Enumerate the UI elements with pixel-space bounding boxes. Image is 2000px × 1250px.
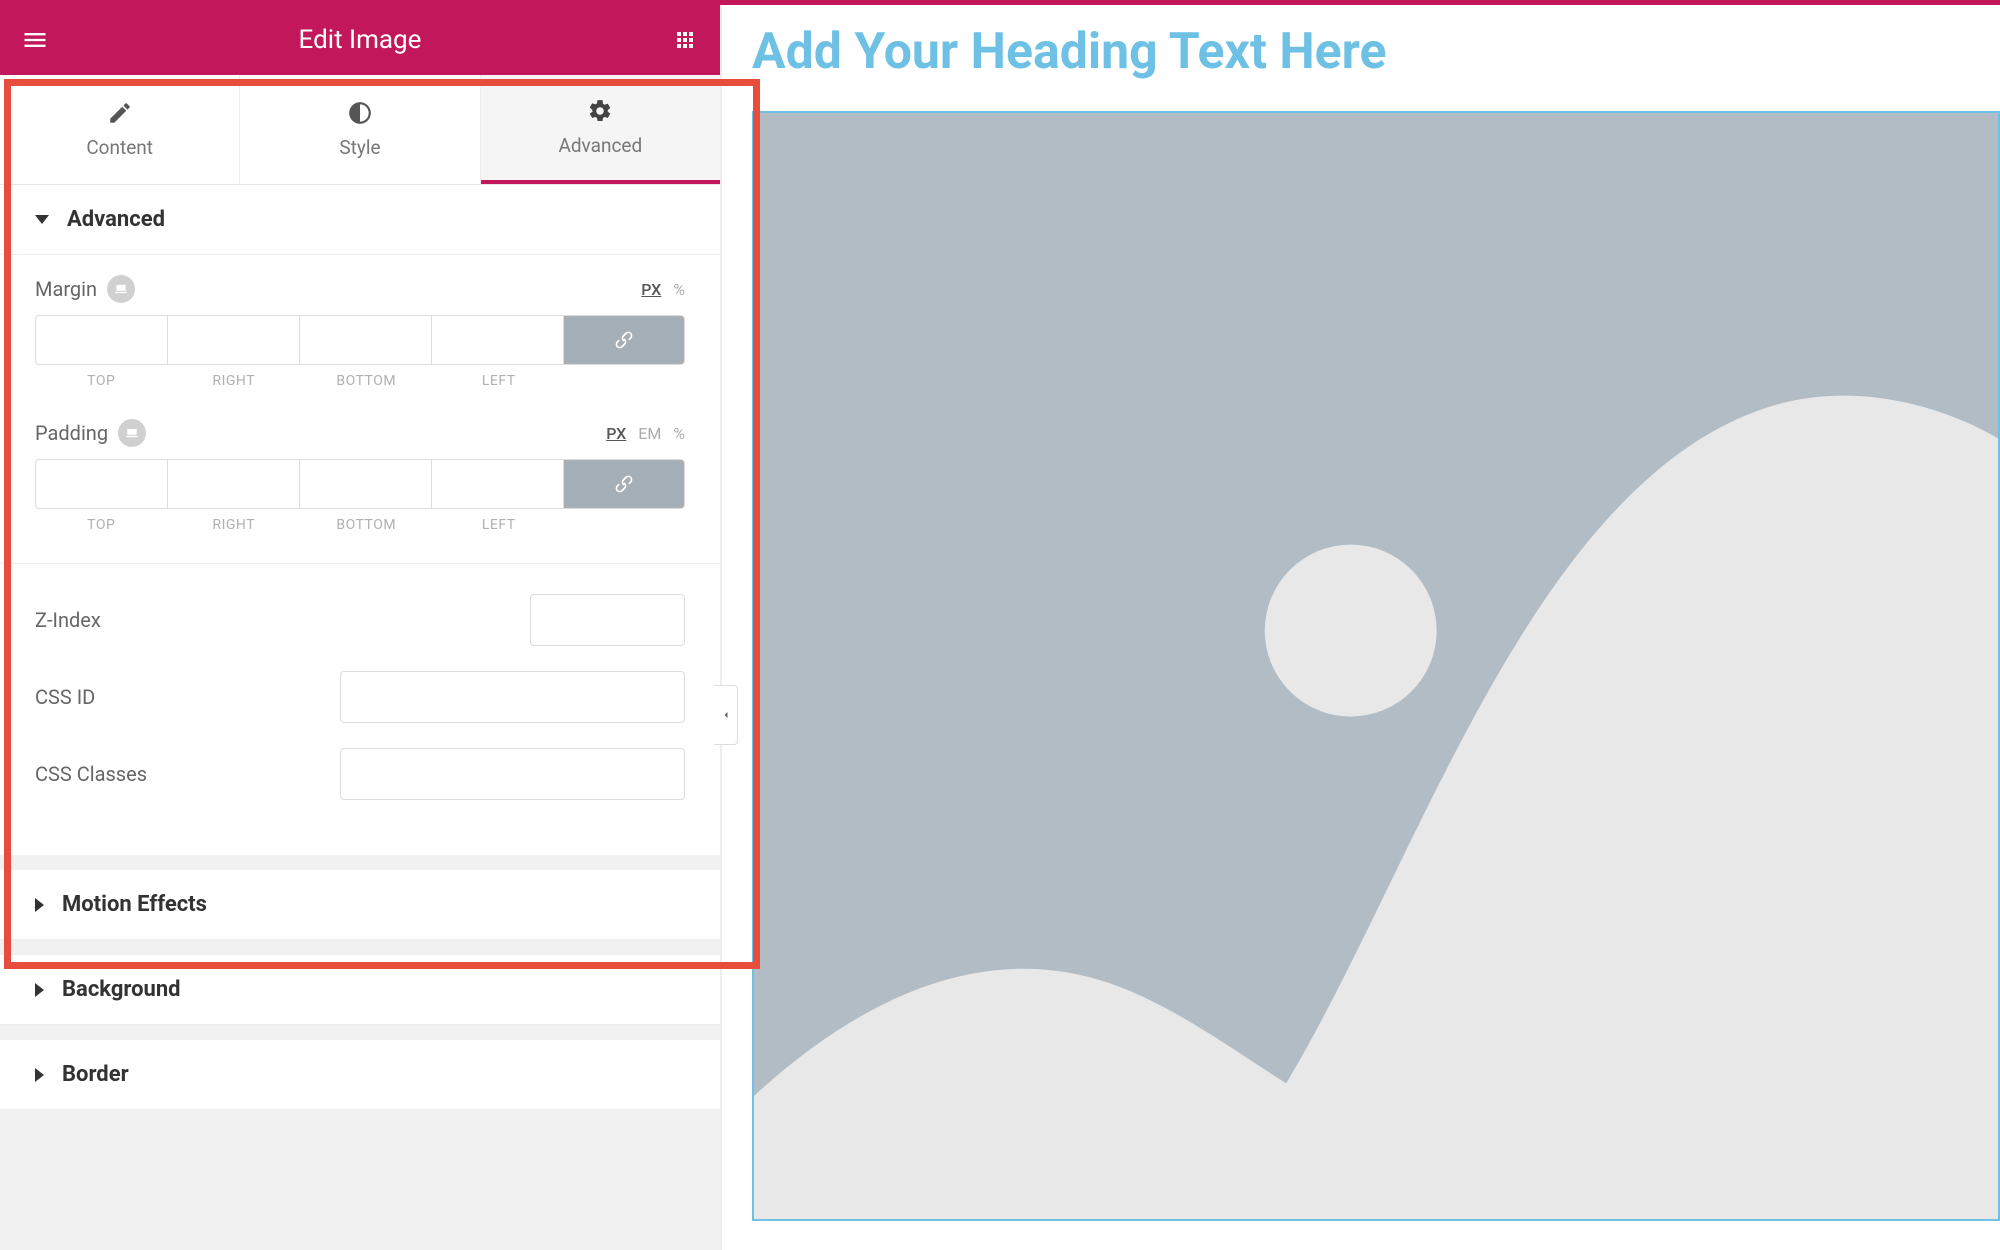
caret-right-icon xyxy=(35,1068,44,1082)
padding-link-button[interactable] xyxy=(564,460,684,508)
section-border-header[interactable]: Border xyxy=(0,1040,720,1110)
caret-right-icon xyxy=(35,983,44,997)
padding-bottom-label: BOTTOM xyxy=(300,517,433,533)
responsive-toggle[interactable] xyxy=(107,275,135,303)
padding-right-label: RIGHT xyxy=(168,517,301,533)
zindex-input[interactable] xyxy=(530,594,685,646)
link-icon xyxy=(614,474,634,494)
padding-unit-em[interactable]: EM xyxy=(638,424,661,443)
hamburger-icon xyxy=(21,26,49,54)
responsive-toggle[interactable] xyxy=(118,419,146,447)
pencil-icon xyxy=(107,100,133,126)
editor-header: Edit Image xyxy=(0,5,720,75)
menu-button[interactable] xyxy=(0,5,70,75)
desktop-icon xyxy=(114,282,128,296)
padding-unit-percent[interactable]: % xyxy=(673,424,685,443)
margin-top-label: TOP xyxy=(35,373,168,389)
tab-advanced[interactable]: Advanced xyxy=(481,75,720,184)
tab-content[interactable]: Content xyxy=(0,75,240,184)
section-motion-effects-header[interactable]: Motion Effects xyxy=(0,870,720,940)
gear-icon xyxy=(587,98,613,124)
cssclasses-input[interactable] xyxy=(340,748,685,800)
preview-area: Add Your Heading Text Here xyxy=(720,5,2000,1250)
tab-advanced-label: Advanced xyxy=(558,134,642,157)
grid-icon xyxy=(673,28,697,52)
zindex-label: Z-Index xyxy=(35,608,101,632)
link-icon xyxy=(614,330,634,350)
section-border: Border xyxy=(0,1040,720,1110)
section-background-header[interactable]: Background xyxy=(0,955,720,1025)
margin-unit-px[interactable]: PX xyxy=(641,280,661,299)
tab-style-label: Style xyxy=(339,136,380,159)
tab-style[interactable]: Style xyxy=(240,75,480,184)
desktop-icon xyxy=(125,426,139,440)
margin-label: Margin xyxy=(35,277,97,301)
section-advanced-title: Advanced xyxy=(67,207,165,232)
section-border-title: Border xyxy=(62,1062,129,1087)
image-widget[interactable] xyxy=(752,111,2000,1221)
section-background-title: Background xyxy=(62,977,181,1002)
chevron-left-icon xyxy=(720,709,732,721)
section-motion-title: Motion Effects xyxy=(62,892,207,917)
margin-control: Margin PX % xyxy=(35,275,685,389)
editor-tabs: Content Style Advanced xyxy=(0,75,720,185)
editor-title: Edit Image xyxy=(70,25,650,55)
caret-right-icon xyxy=(35,898,44,912)
caret-down-icon xyxy=(35,215,49,224)
padding-left-input[interactable] xyxy=(432,460,564,508)
padding-right-input[interactable] xyxy=(168,460,300,508)
padding-unit-px[interactable]: PX xyxy=(606,424,626,443)
margin-bottom-label: BOTTOM xyxy=(300,373,433,389)
margin-unit-percent[interactable]: % xyxy=(673,280,685,299)
section-advanced-header[interactable]: Advanced xyxy=(0,185,720,255)
margin-top-input[interactable] xyxy=(36,316,168,364)
cssid-input[interactable] xyxy=(340,671,685,723)
heading-widget[interactable]: Add Your Heading Text Here xyxy=(752,5,2000,111)
padding-control: Padding PX EM % xyxy=(35,419,685,533)
cssid-label: CSS ID xyxy=(35,685,95,709)
margin-left-label: LEFT xyxy=(433,373,566,389)
section-motion-effects: Motion Effects xyxy=(0,870,720,940)
margin-link-button[interactable] xyxy=(564,316,684,364)
margin-bottom-input[interactable] xyxy=(300,316,432,364)
contrast-icon xyxy=(347,100,373,126)
padding-bottom-input[interactable] xyxy=(300,460,432,508)
image-placeholder-icon xyxy=(754,113,1998,1219)
padding-top-label: TOP xyxy=(35,517,168,533)
padding-left-label: LEFT xyxy=(433,517,566,533)
section-background: Background xyxy=(0,955,720,1025)
panel-scroll[interactable]: Advanced Margin PX % xyxy=(0,185,720,1250)
margin-left-input[interactable] xyxy=(432,316,564,364)
editor-sidebar: Edit Image Content Style Advanced xyxy=(0,5,720,1250)
tab-content-label: Content xyxy=(86,136,153,159)
widgets-button[interactable] xyxy=(650,5,720,75)
padding-top-input[interactable] xyxy=(36,460,168,508)
margin-right-label: RIGHT xyxy=(168,373,301,389)
margin-right-input[interactable] xyxy=(168,316,300,364)
cssclasses-label: CSS Classes xyxy=(35,762,147,786)
section-advanced: Advanced Margin PX % xyxy=(0,185,720,855)
padding-label: Padding xyxy=(35,421,108,445)
panel-collapse-handle[interactable] xyxy=(714,685,738,745)
